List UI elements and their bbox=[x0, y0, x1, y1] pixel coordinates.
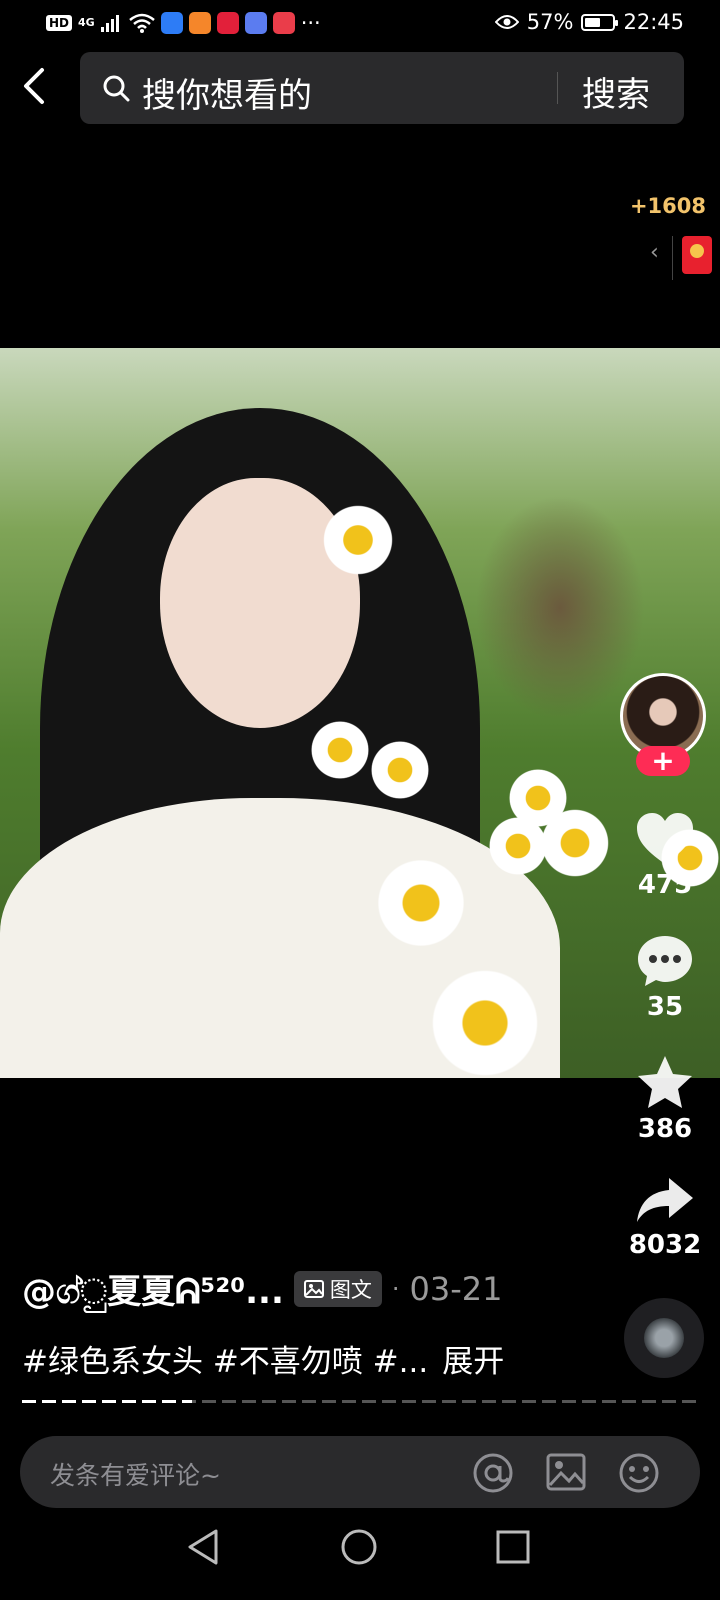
heart-icon bbox=[637, 813, 693, 864]
app-icon-red bbox=[216, 12, 239, 34]
carousel-progress-fill bbox=[22, 1400, 192, 1403]
signal-icon bbox=[100, 15, 119, 32]
daisy-flower bbox=[540, 808, 610, 878]
image-icon bbox=[303, 1279, 324, 1298]
search-divider bbox=[557, 72, 558, 104]
app-icon-blue bbox=[160, 12, 183, 34]
battery-icon bbox=[581, 13, 619, 31]
description-text: #绿色系女头 #不喜勿喷 #... bbox=[22, 1344, 429, 1380]
author-row: @ග්ුු夏夏ᕱ⁵²⁰... 图文 · 03-21 bbox=[22, 1264, 502, 1313]
wifi-icon bbox=[128, 13, 155, 33]
star-icon bbox=[638, 1056, 692, 1108]
hd-icon: HD bbox=[46, 15, 73, 31]
status-right: 57% 22:45 bbox=[494, 10, 684, 34]
nav-back-icon[interactable] bbox=[186, 1528, 220, 1566]
nav-recents-icon[interactable] bbox=[496, 1530, 530, 1564]
battery-percent: 57% bbox=[526, 10, 574, 34]
search-button[interactable]: 搜索 bbox=[582, 67, 650, 116]
image-picker-icon[interactable] bbox=[546, 1452, 586, 1492]
reward-collapse-arrow[interactable]: ‹ bbox=[650, 240, 659, 265]
post-date: 03-21 bbox=[409, 1269, 503, 1308]
post-type-tag: 图文 bbox=[293, 1270, 382, 1307]
search-bar[interactable]: 搜你想看的 搜索 bbox=[80, 52, 684, 124]
comment-bar[interactable]: 发条有爱评论~ bbox=[20, 1436, 700, 1508]
chevron-left-icon bbox=[24, 68, 44, 104]
daisy-flower bbox=[322, 504, 394, 576]
share-button[interactable]: 8032 bbox=[620, 1176, 710, 1260]
back-button[interactable] bbox=[18, 64, 58, 112]
author-name[interactable]: @ග්ුු夏夏ᕱ⁵²⁰... bbox=[22, 1264, 284, 1313]
app-icon-orange bbox=[188, 12, 211, 34]
separator-dot: · bbox=[391, 1274, 400, 1303]
follow-button[interactable]: + bbox=[636, 746, 690, 776]
daisy-flower bbox=[488, 816, 548, 876]
comment-count: 35 bbox=[646, 992, 684, 1022]
search-icon bbox=[103, 75, 130, 102]
nav-home-icon[interactable] bbox=[340, 1528, 378, 1566]
like-button[interactable]: 475 bbox=[620, 812, 710, 900]
like-count: 475 bbox=[637, 870, 693, 900]
network-type: 4G bbox=[78, 16, 95, 29]
eye-icon bbox=[494, 15, 519, 29]
app-icon-book bbox=[272, 12, 295, 34]
daisy-flower bbox=[370, 740, 430, 800]
favorite-count: 386 bbox=[637, 1114, 693, 1144]
status-left: HD 4G ··· bbox=[46, 11, 321, 35]
comment-button[interactable]: 35 bbox=[620, 934, 710, 1022]
red-packet-icon[interactable] bbox=[682, 236, 712, 274]
share-count: 8032 bbox=[628, 1230, 702, 1260]
favorite-button[interactable]: 386 bbox=[620, 1054, 710, 1144]
reward-divider bbox=[672, 236, 673, 280]
battery-fill bbox=[585, 17, 601, 27]
daisy-flower bbox=[430, 968, 540, 1078]
expand-link[interactable]: 展开 bbox=[442, 1344, 504, 1380]
post-image[interactable] bbox=[0, 348, 720, 1078]
emoji-icon[interactable] bbox=[618, 1452, 660, 1494]
more-notifications: ··· bbox=[300, 11, 321, 35]
clock: 22:45 bbox=[623, 10, 684, 34]
post-description: #绿色系女头 #不喜勿喷 #... 展开 bbox=[22, 1336, 504, 1381]
search-input[interactable]: 搜你想看的 bbox=[142, 68, 312, 117]
comment-input[interactable]: 发条有爱评论~ bbox=[50, 1456, 221, 1492]
music-disc[interactable] bbox=[624, 1298, 704, 1378]
daisy-flower bbox=[376, 858, 466, 948]
reward-count: +1608 bbox=[629, 194, 706, 218]
mention-icon[interactable] bbox=[472, 1452, 514, 1494]
system-nav-bar bbox=[0, 1520, 720, 1600]
daisy-flower bbox=[310, 720, 370, 780]
status-bar: HD 4G ··· 57% 22:45 bbox=[0, 0, 720, 48]
comment-icon bbox=[638, 936, 692, 986]
share-arrow-icon bbox=[637, 1178, 693, 1222]
post-type-label: 图文 bbox=[329, 1277, 372, 1302]
app-icon-music bbox=[244, 12, 267, 34]
